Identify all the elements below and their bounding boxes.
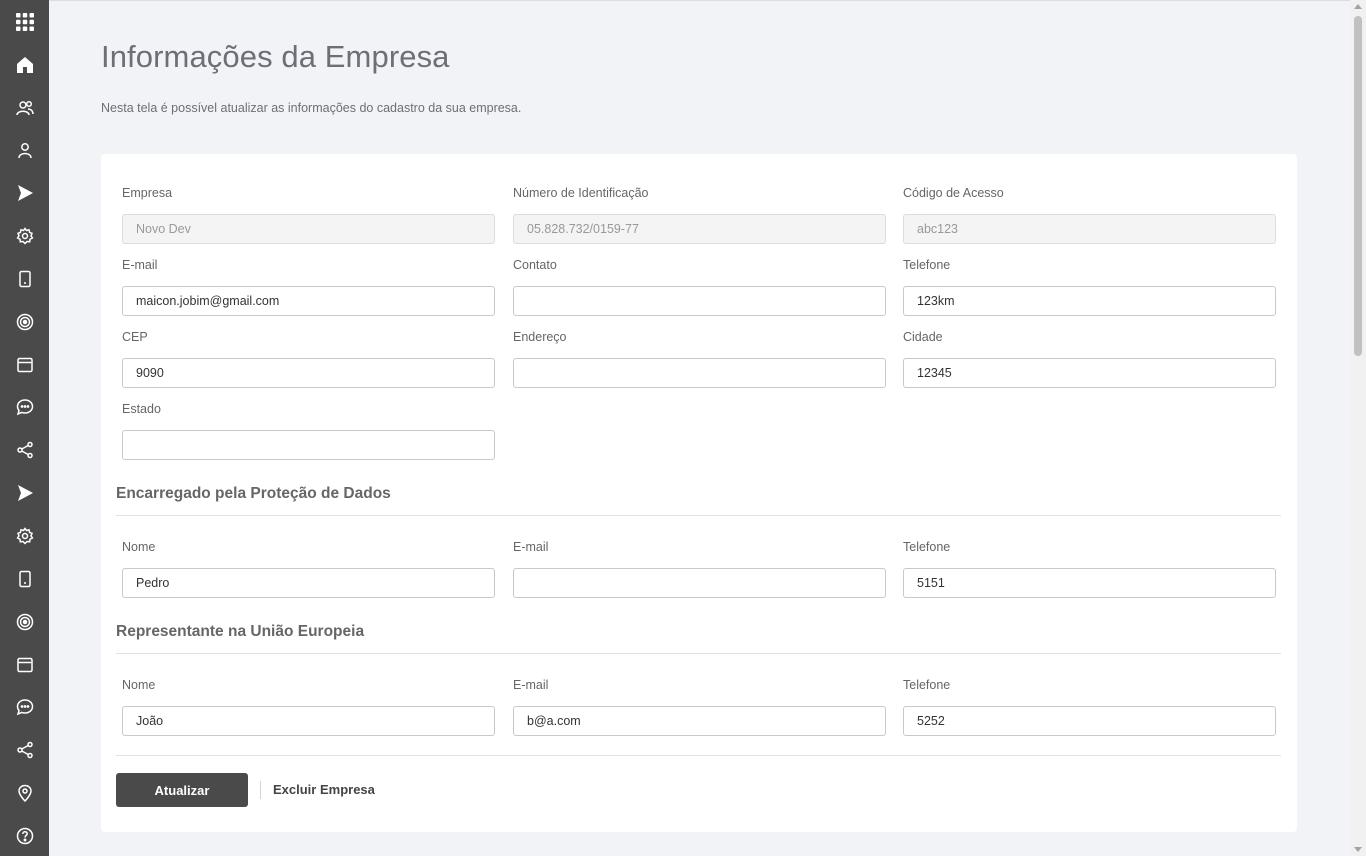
estado-label: Estado [122,402,161,416]
codigo-acesso-input [903,214,1276,244]
cidade-label: Cidade [903,330,943,344]
email-label: E-mail [122,258,158,272]
scroll-down-arrow-icon[interactable] [1354,847,1362,852]
dpo-nome-field: Nome [122,540,495,598]
apps-grid-icon[interactable] [0,7,49,37]
browser-icon[interactable] [0,350,49,380]
telefone-field: Telefone [903,258,1276,316]
cidade-field: Cidade [903,330,1276,388]
email-field: E-mail [122,258,495,316]
target-icon[interactable] [0,607,49,637]
chat-icon[interactable] [0,692,49,722]
estado-field: Estado [122,402,495,460]
mobile-icon[interactable] [0,564,49,594]
update-button[interactable]: Atualizar [116,773,248,807]
delete-company-button[interactable]: Excluir Empresa [273,782,375,797]
empresa-field: Empresa [122,186,495,244]
settings-icon[interactable] [0,221,49,251]
actions-separator [260,781,261,799]
numero-identificacao-label: Número de Identificação [513,186,649,200]
dpo-telefone-input[interactable] [903,568,1276,598]
codigo-acesso-field: Código de Acesso [903,186,1276,244]
play-icon[interactable] [0,178,49,208]
actions-divider [116,755,1281,756]
location-icon[interactable] [0,778,49,808]
vertical-scrollbar[interactable] [1350,0,1366,856]
eu-rep-email-input[interactable] [513,706,886,736]
endereco-label: Endereço [513,330,567,344]
mobile-icon[interactable] [0,264,49,294]
share-icon[interactable] [0,435,49,465]
estado-input[interactable] [122,430,495,460]
user-icon[interactable] [0,135,49,165]
dpo-telefone-field: Telefone [903,540,1276,598]
telefone-input[interactable] [903,286,1276,316]
cidade-input[interactable] [903,358,1276,388]
dpo-email-label: E-mail [513,540,549,554]
telefone-label: Telefone [903,258,951,272]
chat-icon[interactable] [0,392,49,422]
page-subtitle: Nesta tela é possível atualizar as infor… [101,101,522,115]
home-icon[interactable] [0,50,49,80]
eu-rep-nome-field: Nome [122,678,495,736]
company-form-card: Empresa Número de Identificação Código d… [101,154,1297,832]
endereco-field: Endereço [513,330,886,388]
email-input[interactable] [122,286,495,316]
dpo-nome-label: Nome [122,540,156,554]
scroll-up-arrow-icon[interactable] [1354,4,1362,9]
dpo-divider [116,515,1281,516]
eu-rep-telefone-label: Telefone [903,678,951,692]
eu-rep-nome-input[interactable] [122,706,495,736]
dpo-email-field: E-mail [513,540,886,598]
dpo-telefone-label: Telefone [903,540,951,554]
empresa-label: Empresa [122,186,173,200]
eu-rep-divider [116,653,1281,654]
dpo-section-title: Encarregado pela Proteção de Dados [116,485,391,502]
main-content: Informações da Empresa Nesta tela é poss… [49,0,1350,856]
dpo-email-input[interactable] [513,568,886,598]
page-title: Informações da Empresa [101,39,450,74]
sidebar [0,0,49,856]
contato-field: Contato [513,258,886,316]
eu-rep-nome-label: Nome [122,678,156,692]
eu-rep-email-label: E-mail [513,678,549,692]
share-icon[interactable] [0,735,49,765]
codigo-acesso-label: Código de Acesso [903,186,1004,200]
eu-rep-telefone-field: Telefone [903,678,1276,736]
numero-identificacao-field: Número de Identificação [513,186,886,244]
browser-icon[interactable] [0,650,49,680]
play-icon[interactable] [0,478,49,508]
contato-input[interactable] [513,286,886,316]
cep-input[interactable] [122,358,495,388]
eu-rep-telefone-input[interactable] [903,706,1276,736]
cep-label: CEP [122,330,148,344]
eu-rep-email-field: E-mail [513,678,886,736]
numero-identificacao-input [513,214,886,244]
users-icon[interactable] [0,93,49,123]
settings-icon[interactable] [0,521,49,551]
cep-field: CEP [122,330,495,388]
eu-rep-section-title: Representante na União Europeia [116,623,365,640]
dpo-nome-input[interactable] [122,568,495,598]
empresa-input [122,214,495,244]
help-icon[interactable] [0,821,49,851]
target-icon[interactable] [0,307,49,337]
scroll-thumb[interactable] [1354,16,1362,356]
contato-label: Contato [513,258,557,272]
endereco-input[interactable] [513,358,886,388]
